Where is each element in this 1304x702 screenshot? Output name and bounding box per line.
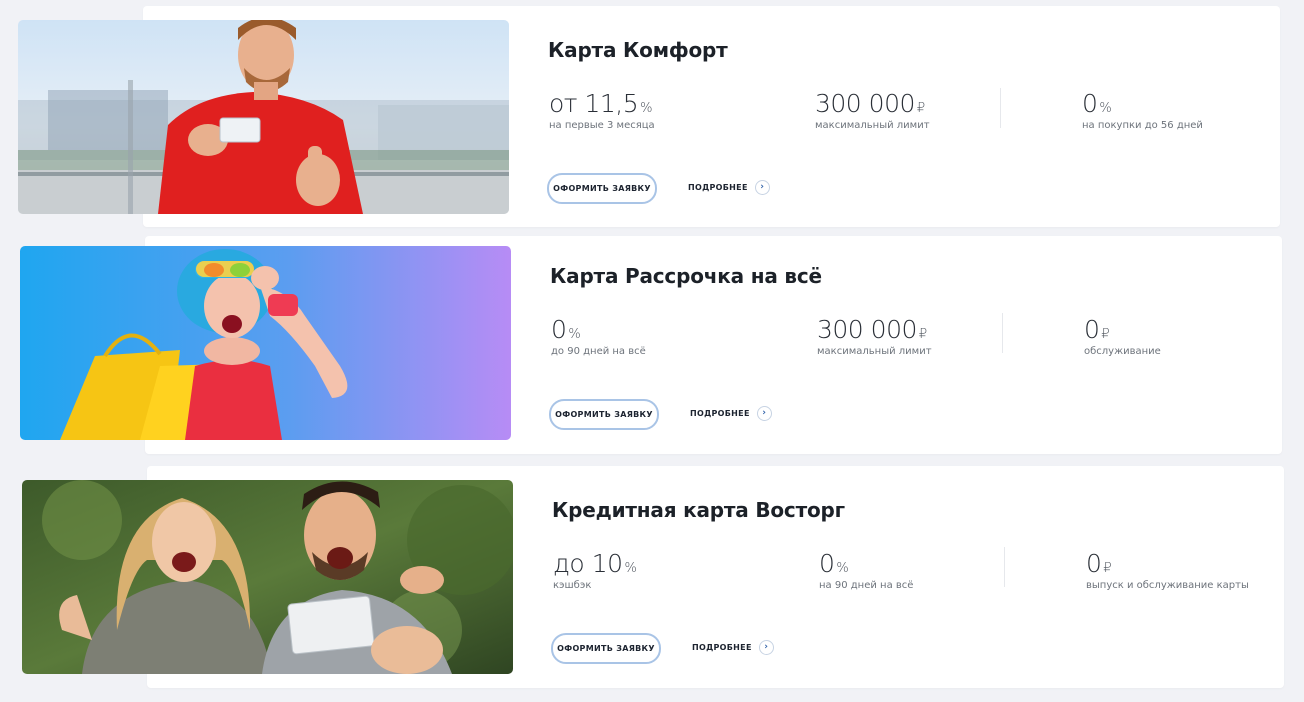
chevron-right-icon: › bbox=[756, 406, 772, 421]
more-link-label: ПОДРОБНЕЕ bbox=[690, 409, 750, 418]
card-photo-rassrochka[interactable] bbox=[20, 246, 511, 440]
card-title: Карта Рассрочка на всё bbox=[550, 264, 822, 288]
stat-cashback: до 10% кэшбэк bbox=[553, 549, 637, 591]
stat-value: 0 bbox=[1084, 315, 1100, 344]
more-link-label: ПОДРОБНЕЕ bbox=[688, 183, 748, 192]
stat-unit: % bbox=[1099, 101, 1112, 116]
more-link[interactable]: ПОДРОБНЕЕ › bbox=[690, 406, 772, 421]
stat-unit: % bbox=[624, 561, 637, 576]
stat-service: 0 ₽ обслуживание bbox=[1084, 315, 1161, 357]
card-photo-vostorg[interactable] bbox=[22, 480, 513, 674]
stat-divider bbox=[1002, 313, 1003, 353]
stat-caption: максимальный лимит bbox=[817, 346, 932, 357]
stat-caption: выпуск и обслуживание карты bbox=[1086, 580, 1249, 591]
stat-caption: кэшбэк bbox=[553, 580, 592, 591]
chevron-right-icon: › bbox=[758, 640, 774, 655]
stat-value: 300 000 bbox=[817, 315, 917, 344]
stat-caption: до 90 дней на всё bbox=[551, 346, 646, 357]
stat-caption: на 90 дней на всё bbox=[819, 580, 914, 591]
stat-rate: от 11,5% на первые 3 месяца bbox=[549, 89, 655, 131]
apply-button[interactable]: ОФОРМИТЬ ЗАЯВКУ bbox=[551, 633, 661, 664]
stat-limit: 300 000 ₽ максимальный лимит bbox=[815, 89, 930, 131]
stat-value: 300 000 bbox=[815, 89, 915, 118]
stat-value: 0 bbox=[819, 549, 835, 578]
stat-installment: 0% до 90 дней на всё bbox=[551, 315, 646, 357]
stat-unit: ₽ bbox=[918, 327, 927, 342]
stat-grace: 0% на покупки до 56 дней bbox=[1082, 89, 1203, 131]
stat-divider bbox=[1000, 88, 1001, 128]
apply-button[interactable]: ОФОРМИТЬ ЗАЯВКУ bbox=[549, 399, 659, 430]
stat-value: 10 bbox=[591, 549, 623, 578]
stat-caption: на первые 3 месяца bbox=[549, 120, 655, 131]
stat-limit: 300 000 ₽ максимальный лимит bbox=[817, 315, 932, 357]
stat-unit: % bbox=[836, 561, 849, 576]
card-photo-komfort[interactable] bbox=[18, 20, 509, 214]
stat-caption: максимальный лимит bbox=[815, 120, 930, 131]
stat-value: 11,5 bbox=[584, 89, 639, 118]
more-link-label: ПОДРОБНЕЕ bbox=[692, 643, 752, 652]
card-title: Кредитная карта Восторг bbox=[552, 498, 845, 522]
stat-caption: обслуживание bbox=[1084, 346, 1161, 357]
stat-unit: ₽ bbox=[1101, 327, 1110, 342]
chevron-right-icon: › bbox=[754, 180, 770, 195]
stat-prefix: до bbox=[553, 549, 592, 578]
stat-value: 0 bbox=[1086, 549, 1102, 578]
stat-unit: ₽ bbox=[1103, 561, 1112, 576]
stat-installment: 0% на 90 дней на всё bbox=[819, 549, 913, 591]
more-link[interactable]: ПОДРОБНЕЕ › bbox=[688, 180, 770, 195]
more-link[interactable]: ПОДРОБНЕЕ › bbox=[692, 640, 774, 655]
stat-unit: % bbox=[568, 327, 581, 342]
stat-caption: на покупки до 56 дней bbox=[1082, 120, 1203, 131]
card-title: Карта Комфорт bbox=[548, 38, 728, 62]
stat-unit: % bbox=[640, 101, 652, 116]
stat-value: 0 bbox=[1082, 89, 1098, 118]
stat-prefix: от bbox=[549, 89, 585, 118]
stat-value: 0 bbox=[551, 315, 567, 344]
stat-service: 0 ₽ выпуск и обслуживание карты bbox=[1086, 549, 1249, 591]
stat-divider bbox=[1004, 547, 1005, 587]
apply-button[interactable]: ОФОРМИТЬ ЗАЯВКУ bbox=[547, 173, 657, 204]
stat-unit: ₽ bbox=[916, 101, 925, 116]
